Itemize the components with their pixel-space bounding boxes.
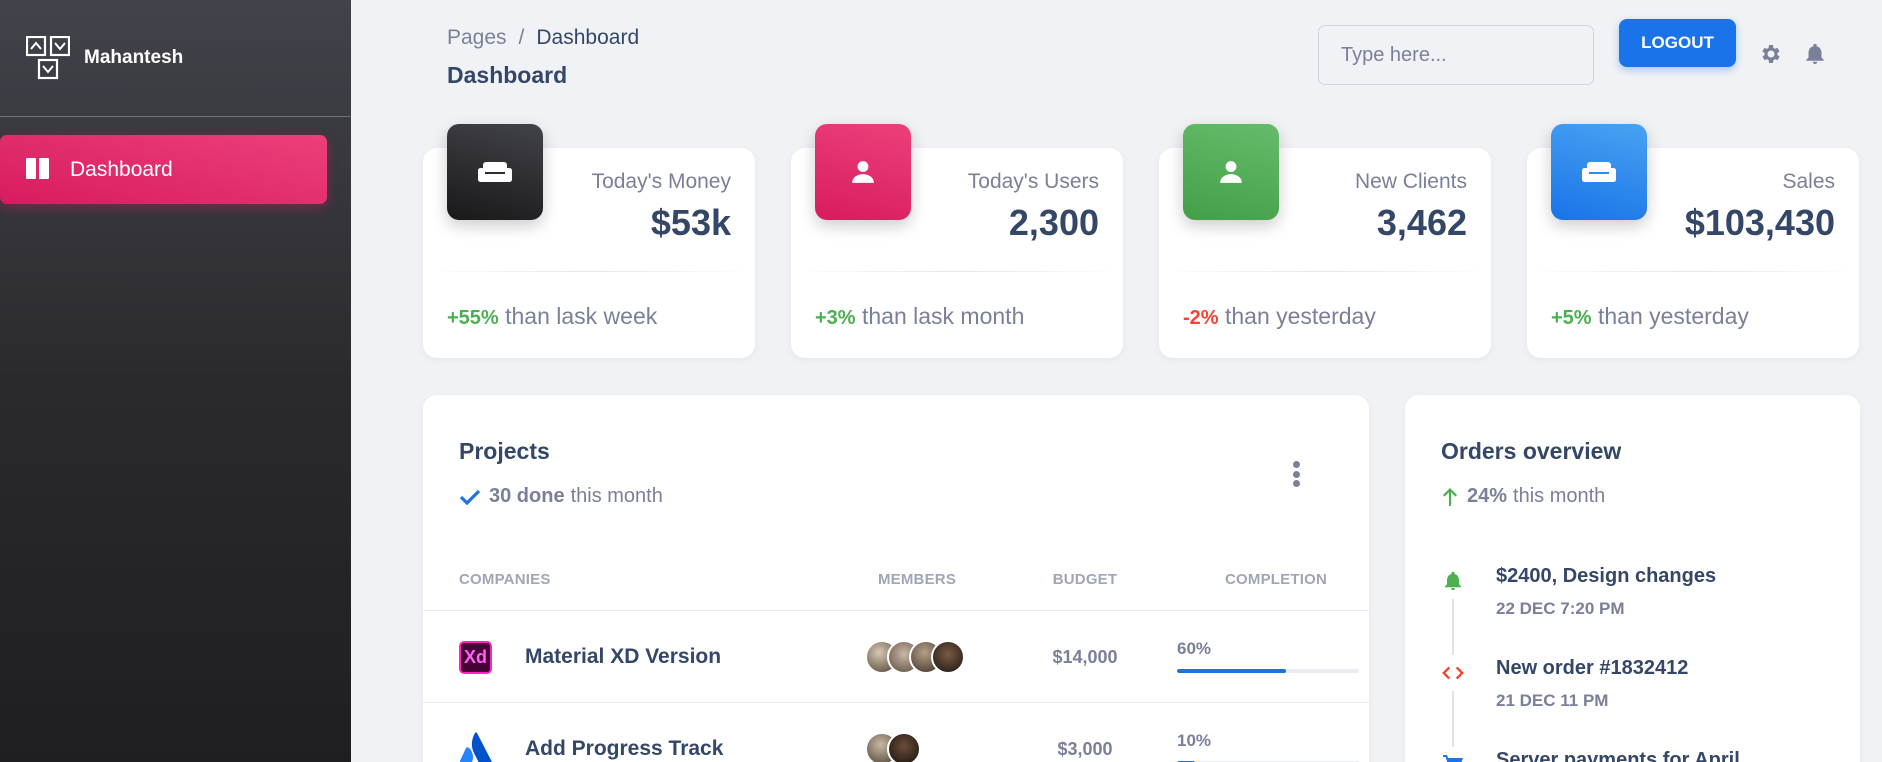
arrow-upward-icon: [1443, 487, 1457, 506]
divider: [423, 271, 755, 272]
stat-note: than yesterday: [1597, 303, 1749, 329]
timeline-item-title[interactable]: New order #1832412: [1496, 657, 1688, 680]
stat-footer: +55% than lask week: [447, 303, 657, 330]
search-input[interactable]: [1318, 25, 1594, 85]
stat-card-money: Today's Money $53k +55% than lask week: [423, 124, 755, 358]
projects-done-count: 30 done: [489, 485, 565, 507]
settings-icon[interactable]: [1759, 42, 1783, 66]
timeline-item-date: 22 DEC 7:20 PM: [1496, 599, 1625, 618]
timeline-item-title[interactable]: Server payments for April: [1496, 749, 1740, 762]
sidebar-item-dashboard[interactable]: Dashboard: [0, 135, 327, 204]
timeline-line: [1452, 599, 1454, 655]
weekend-icon: [447, 124, 543, 220]
timeline-line: [1452, 691, 1454, 747]
progress-fill: [1177, 669, 1287, 673]
breadcrumb-separator: /: [518, 26, 525, 49]
breadcrumb-current: Dashboard: [536, 26, 640, 49]
projects-done-suffix: this month: [570, 485, 663, 507]
stat-label: New Clients: [1354, 170, 1467, 193]
sidebar-divider: [0, 116, 351, 117]
bell-icon: [1441, 569, 1465, 593]
stat-value: $53k: [650, 202, 731, 243]
stat-value: 2,300: [1008, 202, 1099, 243]
stat-label: Today's Users: [967, 170, 1099, 193]
budget-value: $14,000: [1052, 647, 1118, 667]
completion-progress: [1177, 669, 1359, 673]
column-header-companies: COMPANIES: [459, 571, 551, 588]
divider: [791, 271, 1123, 272]
stat-value: $103,430: [1684, 202, 1835, 243]
weekend-icon: [1551, 124, 1647, 220]
stat-footer: +5% than yesterday: [1551, 303, 1749, 330]
projects-card: Projects 30 done this month COMPANIES MEM…: [423, 395, 1369, 762]
divider: [1159, 271, 1491, 272]
stat-change: +3%: [815, 307, 856, 329]
company-name: Material XD Version: [525, 645, 722, 668]
divider: [1527, 271, 1859, 272]
table-row[interactable]: Add Progress Track $3,000 10%: [423, 702, 1369, 762]
avatar[interactable]: [931, 640, 965, 674]
more-vert-icon[interactable]: [1286, 459, 1306, 489]
projects-title: Projects: [459, 438, 550, 464]
column-header-members: MEMBERS: [877, 571, 957, 588]
budget-value: $3,000: [1057, 739, 1113, 759]
breadcrumb-pages[interactable]: Pages: [447, 26, 507, 49]
sidebar: Mahantesh Dashboard: [0, 0, 351, 762]
stat-change: +55%: [447, 307, 499, 329]
members-avatars: [865, 640, 965, 674]
breadcrumb: Pages / Dashboard: [447, 26, 639, 50]
stat-note: than lask month: [861, 303, 1025, 329]
orders-subtitle: 24% this month: [1441, 485, 1605, 508]
orders-title: Orders overview: [1441, 438, 1622, 464]
stat-change: +5%: [1551, 307, 1592, 329]
stat-note: than yesterday: [1224, 303, 1376, 329]
stat-card-sales: Sales $103,430 +5% than yesterday: [1527, 124, 1859, 358]
column-header-budget: BUDGET: [1052, 571, 1118, 588]
sidebar-item-label: Dashboard: [70, 157, 173, 181]
column-header-completion: COMPLETION: [1225, 571, 1327, 588]
stat-footer: -2% than yesterday: [1183, 303, 1376, 330]
members-avatars: [865, 732, 921, 762]
brand-name: Mahantesh: [84, 47, 184, 68]
stat-label: Sales: [1782, 170, 1835, 193]
orders-overview-card: Orders overview 24% this month $2400, Des…: [1405, 395, 1860, 762]
orders-change: 24%: [1467, 485, 1508, 507]
dashboard-icon: [26, 157, 50, 182]
orders-change-suffix: this month: [1513, 485, 1606, 507]
xd-logo-icon: Xd: [459, 641, 492, 674]
brand[interactable]: Mahantesh: [26, 36, 183, 80]
person-icon: [815, 124, 911, 220]
completion-value: 10%: [1177, 731, 1212, 750]
table-row[interactable]: Xd Material XD Version $14,000 60%: [423, 610, 1369, 702]
stat-card-users: Today's Users 2,300 +3% than lask month: [791, 124, 1123, 358]
page-title: Dashboard: [447, 62, 568, 88]
grid-arrow-logo-icon: [26, 36, 70, 80]
person-icon: [1183, 124, 1279, 220]
atlassian-logo-icon: [460, 732, 492, 762]
projects-subtitle: 30 done this month: [459, 485, 663, 508]
completion-value: 60%: [1177, 639, 1212, 658]
company-name: Add Progress Track: [525, 737, 724, 760]
stat-card-clients: New Clients 3,462 -2% than yesterday: [1159, 124, 1491, 358]
stat-change: -2%: [1183, 307, 1219, 329]
stat-value: 3,462: [1376, 202, 1467, 243]
notifications-icon[interactable]: [1803, 42, 1827, 66]
code-icon: [1441, 661, 1465, 685]
check-icon: [459, 489, 481, 505]
timeline-item-title[interactable]: $2400, Design changes: [1496, 565, 1716, 588]
cart-icon: [1441, 753, 1465, 762]
avatar[interactable]: [887, 732, 921, 762]
timeline-item-date: 21 DEC 11 PM: [1496, 691, 1609, 710]
stat-note: than lask week: [505, 303, 658, 329]
stat-label: Today's Money: [591, 170, 731, 193]
stat-footer: +3% than lask month: [815, 303, 1024, 330]
logout-button[interactable]: LOGOUT: [1619, 19, 1736, 67]
